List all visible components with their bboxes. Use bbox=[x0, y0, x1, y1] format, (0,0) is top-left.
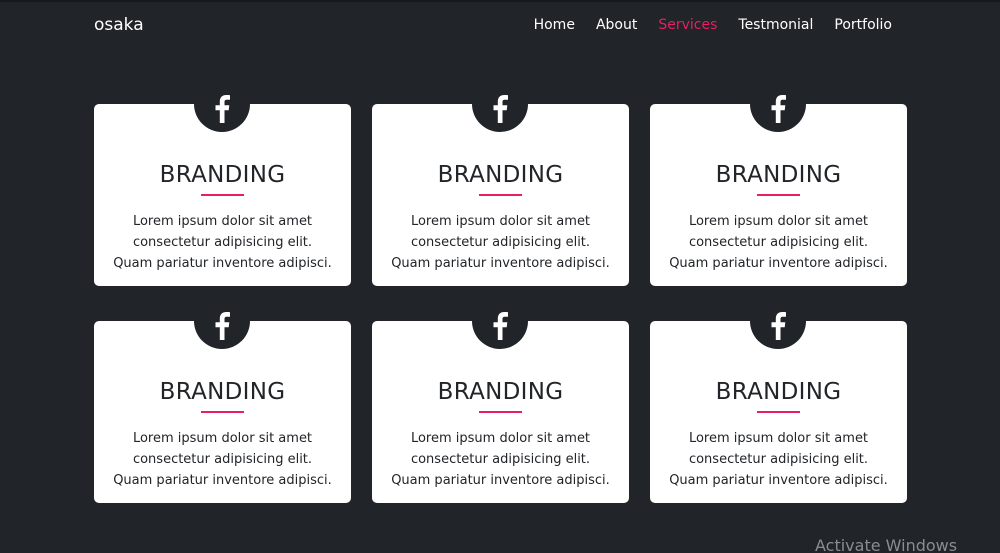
icon-badge bbox=[750, 88, 806, 132]
nav-link-about[interactable]: About bbox=[596, 17, 637, 33]
card-description: Lorem ipsum dolor sit amet consectetur a… bbox=[113, 214, 332, 271]
card-title: BRANDING bbox=[437, 162, 564, 188]
nav-link-portfolio[interactable]: Portfolio bbox=[834, 17, 892, 33]
service-card: BRANDING Lorem ipsum dolor sit amet cons… bbox=[650, 88, 907, 286]
card-title: BRANDING bbox=[715, 379, 842, 405]
facebook-icon bbox=[215, 95, 230, 123]
title-underline bbox=[479, 411, 522, 413]
facebook-icon bbox=[493, 312, 508, 340]
card-description: Lorem ipsum dolor sit amet consectetur a… bbox=[113, 431, 332, 488]
title-underline bbox=[479, 194, 522, 196]
title-underline bbox=[201, 194, 244, 196]
icon-badge bbox=[472, 88, 528, 132]
nav-link-home[interactable]: Home bbox=[534, 17, 575, 33]
service-card: BRANDING Lorem ipsum dolor sit amet cons… bbox=[650, 305, 907, 503]
icon-badge bbox=[472, 305, 528, 349]
card-title: BRANDING bbox=[715, 162, 842, 188]
title-underline bbox=[757, 411, 800, 413]
nav-link-services[interactable]: Services bbox=[658, 17, 717, 33]
facebook-icon bbox=[493, 95, 508, 123]
nav-links: Home About Services Testmonial Portfolio bbox=[513, 17, 892, 33]
card-description: Lorem ipsum dolor sit amet consectetur a… bbox=[391, 214, 610, 271]
facebook-icon bbox=[771, 95, 786, 123]
services-grid: BRANDING Lorem ipsum dolor sit amet cons… bbox=[94, 88, 907, 503]
card-title: BRANDING bbox=[159, 379, 286, 405]
card-description: Lorem ipsum dolor sit amet consectetur a… bbox=[669, 214, 888, 271]
service-card: BRANDING Lorem ipsum dolor sit amet cons… bbox=[372, 305, 629, 503]
icon-badge bbox=[194, 88, 250, 132]
navbar: osaka Home About Services Testmonial Por… bbox=[0, 0, 1000, 54]
service-card: BRANDING Lorem ipsum dolor sit amet cons… bbox=[94, 88, 351, 286]
card-description: Lorem ipsum dolor sit amet consectetur a… bbox=[391, 431, 610, 488]
activate-windows-watermark: Activate Windows bbox=[815, 536, 958, 553]
icon-badge bbox=[194, 305, 250, 349]
nav-link-testmonial[interactable]: Testmonial bbox=[738, 17, 813, 33]
facebook-icon bbox=[771, 312, 786, 340]
service-card: BRANDING Lorem ipsum dolor sit amet cons… bbox=[94, 305, 351, 503]
icon-badge bbox=[750, 305, 806, 349]
card-title: BRANDING bbox=[437, 379, 564, 405]
brand-logo[interactable]: osaka bbox=[94, 15, 144, 35]
card-description: Lorem ipsum dolor sit amet consectetur a… bbox=[669, 431, 888, 488]
title-underline bbox=[757, 194, 800, 196]
service-card: BRANDING Lorem ipsum dolor sit amet cons… bbox=[372, 88, 629, 286]
card-title: BRANDING bbox=[159, 162, 286, 188]
title-underline bbox=[201, 411, 244, 413]
facebook-icon bbox=[215, 312, 230, 340]
